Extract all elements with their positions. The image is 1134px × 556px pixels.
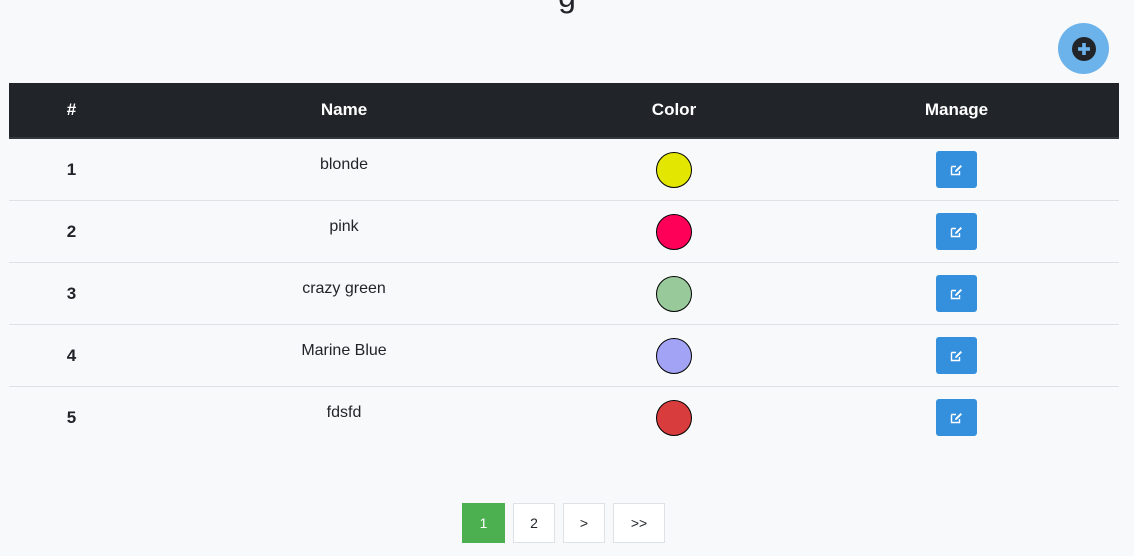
- edit-icon: [950, 164, 962, 175]
- color-swatch: [656, 151, 692, 188]
- row-number: 2: [9, 200, 134, 263]
- page: g # Name Color Manage 1bl: [0, 0, 1134, 556]
- edit-icon: [950, 412, 962, 423]
- edit-button[interactable]: [936, 151, 977, 188]
- row-manage-cell: [794, 262, 1119, 325]
- row-manage-cell: [794, 200, 1119, 263]
- table-row: 5 fdsfd: [9, 387, 1119, 449]
- colors-table: # Name Color Manage 1 blonde 2 pink 3 crazy g…: [9, 83, 1119, 448]
- page-2-button[interactable]: 2: [513, 503, 555, 543]
- table-row: 3 crazy green: [9, 262, 1119, 325]
- edit-icon: [950, 288, 962, 299]
- edit-icon: [950, 226, 962, 237]
- row-color-cell: [554, 262, 794, 325]
- color-swatch: [656, 337, 692, 374]
- edit-button[interactable]: [936, 399, 977, 436]
- row-name: crazy green: [134, 262, 554, 325]
- row-number: 1: [9, 138, 134, 201]
- plus-circle-icon: [1071, 36, 1096, 61]
- column-header-number: #: [9, 83, 134, 139]
- color-swatch: [656, 275, 692, 312]
- edit-button[interactable]: [936, 275, 977, 312]
- edit-button[interactable]: [936, 337, 977, 374]
- column-header-name: Name: [134, 83, 554, 139]
- row-number: 3: [9, 262, 134, 325]
- last-page-button[interactable]: >>: [613, 503, 665, 543]
- row-color-cell: [554, 138, 794, 201]
- row-number: 5: [66, 407, 77, 427]
- table-header-row: # Name Color Manage: [9, 83, 1119, 139]
- add-button[interactable]: [1058, 23, 1109, 74]
- row-manage-cell: [794, 138, 1119, 201]
- row-color-cell: [554, 324, 794, 387]
- row-manage-cell: [794, 324, 1119, 387]
- row-name: pink: [134, 200, 554, 263]
- column-header-color: Color: [554, 83, 794, 139]
- table-row: 4 Marine Blue: [9, 324, 1119, 387]
- color-swatch: [656, 399, 692, 436]
- table-row: 1 blonde: [9, 138, 1119, 201]
- edit-icon: [950, 350, 962, 361]
- row-color-cell: [554, 200, 794, 263]
- page-title: g: [0, 0, 1134, 15]
- column-header-manage: Manage: [794, 83, 1119, 139]
- row-manage-cell: [794, 387, 1119, 449]
- row-color-cell: [554, 387, 794, 449]
- pagination: 1 2 > >>: [462, 503, 665, 543]
- row-name: fdsfd: [326, 403, 362, 421]
- table-row: 2 pink: [9, 200, 1119, 263]
- page-1-button[interactable]: 1: [462, 503, 505, 543]
- edit-button[interactable]: [936, 213, 977, 250]
- row-name: Marine Blue: [134, 324, 554, 387]
- row-number: 4: [9, 324, 134, 387]
- next-page-button[interactable]: >: [563, 503, 605, 543]
- row-name: blonde: [134, 138, 554, 201]
- color-swatch: [656, 213, 692, 250]
